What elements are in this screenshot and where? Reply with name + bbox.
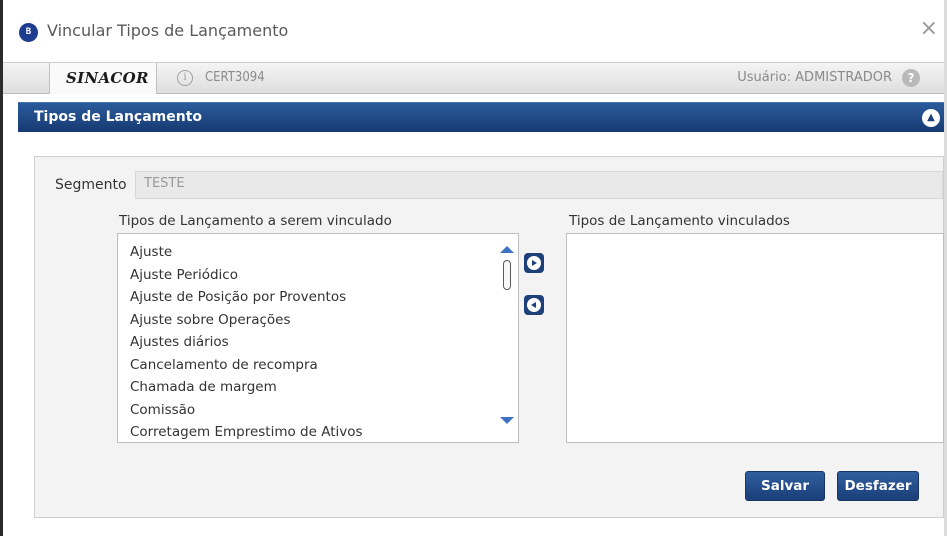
list-item[interactable]: Cancelamento de recompra [130,354,363,377]
form-container: Segmento TESTE Tipos de Lançamento a ser… [34,156,944,518]
remove-button[interactable] [524,295,544,315]
save-button[interactable]: Salvar [745,471,825,501]
undo-button[interactable]: Desfazer [837,471,919,501]
help-icon[interactable]: ? [902,69,920,87]
linked-list-label: Tipos de Lançamento vinculados [569,213,790,229]
list-item[interactable]: Ajuste Periódico [130,264,363,287]
list-item[interactable]: Ajustes diários [130,331,363,354]
panel-header: Tipos de Lançamento ▲ [18,102,944,132]
arrow-left-icon [527,298,541,312]
list-item[interactable]: Ajuste de Posição por Proventos [130,286,363,309]
segmento-label: Segmento [55,177,127,193]
available-scrollbar[interactable] [500,242,514,430]
list-item[interactable]: Ajuste sobre Operações [130,309,363,332]
available-list[interactable]: Ajuste Ajuste Periódico Ajuste de Posição … [117,233,519,443]
list-item[interactable]: Chamada de margem [130,376,363,399]
server-label: CERT3094 [205,70,265,85]
user-label: Usuário: ADMISTRADOR [737,70,892,85]
collapse-icon[interactable]: ▲ [922,109,940,127]
panel-title: Tipos de Lançamento [34,109,203,125]
scroll-down-icon[interactable] [500,417,514,424]
list-item[interactable]: Corretagem Emprestimo de Ativos [130,421,363,442]
add-button[interactable] [524,253,544,273]
available-items: Ajuste Ajuste Periódico Ajuste de Posição … [130,241,363,442]
app-logo-icon: B [19,23,38,42]
info-bar: SINACOR i CERT3094 Usuário: ADMISTRADOR … [3,62,944,94]
window-titlebar: B Vincular Tipos de Lançamento × [3,0,944,62]
available-list-label: Tipos de Lançamento a serem vinculado [119,213,392,229]
brand-label: SINACOR [66,69,149,87]
close-icon[interactable]: × [920,16,938,41]
list-item[interactable]: Comissão [130,399,363,422]
segmento-field: TESTE [135,171,943,199]
scroll-thumb[interactable] [503,260,511,290]
window-title: Vincular Tipos de Lançamento [47,21,289,40]
brand-tab: SINACOR [49,63,157,94]
info-icon[interactable]: i [177,70,193,86]
list-item[interactable]: Ajuste [130,241,363,264]
linked-list[interactable] [566,233,944,443]
scroll-up-icon[interactable] [500,246,514,253]
arrow-right-icon [527,256,541,270]
